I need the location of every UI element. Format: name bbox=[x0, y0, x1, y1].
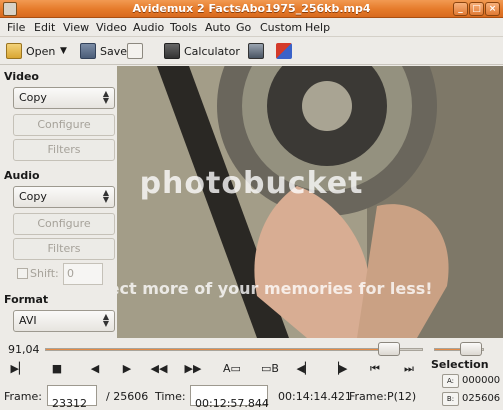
menu-auto[interactable]: Auto bbox=[205, 21, 231, 34]
status-row: Frame: 23312 / 25606 Time: 00:12:57.844 … bbox=[0, 382, 430, 410]
frame-type: Frame:P(12) bbox=[349, 390, 417, 403]
audio-codec-select[interactable]: Copy ▲ ▼ bbox=[13, 186, 115, 208]
menu-view[interactable]: View bbox=[63, 21, 89, 34]
timeline-fill bbox=[46, 349, 389, 350]
set-marker-b-icon[interactable]: ▭B bbox=[258, 361, 282, 377]
output-icon bbox=[276, 43, 292, 59]
minimize-icon[interactable]: _ bbox=[453, 2, 468, 16]
output-preview-button[interactable] bbox=[276, 41, 292, 61]
monitor-icon bbox=[248, 43, 264, 59]
menu-bar: File Edit View Video Audio Tools Auto Go… bbox=[0, 18, 503, 37]
audio-filters-button[interactable]: Filters bbox=[13, 238, 115, 260]
properties-button[interactable] bbox=[127, 41, 143, 61]
timeline-thumb[interactable] bbox=[378, 342, 401, 356]
previous-frame-icon[interactable]: ◀ bbox=[86, 361, 104, 377]
selection-title: Selection bbox=[431, 358, 489, 371]
go-to-start-icon[interactable]: ⏮ bbox=[366, 361, 384, 377]
left-panel: Video Copy ▲ ▼ Configure Filters Audio Co… bbox=[0, 66, 116, 338]
menu-custom[interactable]: Custom bbox=[260, 21, 302, 34]
shift-label: Shift: bbox=[30, 267, 59, 280]
watermark-brand: photobucket bbox=[139, 166, 364, 201]
updown-arrows-icon: ▲ ▼ bbox=[102, 312, 109, 328]
position-percent: 91,04 bbox=[8, 343, 40, 356]
video-section-label: Video bbox=[4, 70, 39, 83]
time-input[interactable]: 00:12:57.844 bbox=[190, 385, 269, 410]
updown-arrows-icon: ▲ ▼ bbox=[102, 188, 109, 204]
total-time: 00:14:14.421 bbox=[278, 390, 352, 403]
title-bar: Avidemux 2 FactsAbo1975_256kb.mp4 _ □ × bbox=[0, 0, 503, 18]
shift-checkbox[interactable] bbox=[17, 268, 28, 279]
calculator-icon bbox=[164, 43, 180, 59]
updown-arrows-icon: ▲ ▼ bbox=[102, 89, 109, 105]
save-icon bbox=[80, 43, 96, 59]
frame-input[interactable]: 23312 bbox=[47, 385, 97, 410]
timeline-slider[interactable] bbox=[45, 348, 423, 351]
menu-edit[interactable]: Edit bbox=[34, 21, 55, 34]
menu-help[interactable]: Help bbox=[305, 21, 330, 34]
transport-controls: ▶▏ ■ ◀ ▶ ◀◀ ▶▶ A▭ ▭B ◀▏ ▕▶ ⏮ ⏭ bbox=[0, 358, 430, 380]
toolbar: Open ▼ Save Calculator bbox=[0, 37, 503, 65]
shift-value: 0 bbox=[67, 267, 74, 280]
marker-b-value: 025606 bbox=[462, 393, 501, 404]
stop-icon[interactable]: ■ bbox=[48, 361, 66, 377]
properties-icon bbox=[127, 43, 143, 59]
video-codec-select[interactable]: Copy ▲ ▼ bbox=[13, 87, 115, 109]
video-configure-button[interactable]: Configure bbox=[13, 114, 115, 136]
next-frame-icon[interactable]: ▶ bbox=[118, 361, 136, 377]
video-preview: photobucket Protect more of your memorie… bbox=[117, 66, 503, 338]
open-button[interactable]: Open bbox=[6, 41, 55, 61]
go-to-end-icon[interactable]: ⏭ bbox=[400, 361, 418, 377]
close-icon[interactable]: × bbox=[485, 2, 500, 16]
time-value: 00:12:57.844 bbox=[195, 397, 269, 410]
timeline-row: 91,04 bbox=[0, 338, 503, 358]
go-to-marker-a-button[interactable]: A: bbox=[442, 374, 459, 388]
time-label: Time: bbox=[155, 390, 186, 403]
open-label: Open bbox=[26, 44, 56, 58]
set-marker-a-icon[interactable]: A▭ bbox=[220, 361, 244, 377]
window-title: Avidemux 2 FactsAbo1975_256kb.mp4 bbox=[132, 2, 371, 15]
menu-audio[interactable]: Audio bbox=[133, 21, 164, 34]
format-select[interactable]: AVI ▲ ▼ bbox=[13, 310, 115, 332]
previous-keyframe-icon[interactable]: ◀◀ bbox=[150, 361, 168, 377]
volume-thumb[interactable] bbox=[460, 342, 482, 356]
audio-section-label: Audio bbox=[4, 169, 40, 182]
save-label: Save bbox=[100, 44, 128, 58]
go-to-marker-b-button[interactable]: B: bbox=[442, 392, 459, 406]
video-codec-value: Copy bbox=[19, 91, 47, 104]
menu-go[interactable]: Go bbox=[236, 21, 251, 34]
menu-video[interactable]: Video bbox=[96, 21, 127, 34]
preview-button[interactable] bbox=[248, 41, 264, 61]
shift-spinbox[interactable]: 0 bbox=[63, 263, 103, 285]
previous-black-frame-icon[interactable]: ◀▏ bbox=[296, 361, 314, 377]
marker-a-value: 000000 bbox=[462, 375, 501, 386]
next-black-frame-icon[interactable]: ▕▶ bbox=[330, 361, 348, 377]
watermark-tagline: Protect more of your memories for less! bbox=[117, 279, 433, 298]
open-dropdown-arrow-icon[interactable]: ▼ bbox=[60, 41, 67, 61]
calculator-button[interactable]: Calculator bbox=[164, 41, 240, 61]
frame-label: Frame: bbox=[4, 390, 42, 403]
folder-icon bbox=[6, 43, 22, 59]
next-keyframe-icon[interactable]: ▶▶ bbox=[184, 361, 202, 377]
maximize-icon[interactable]: □ bbox=[469, 2, 484, 16]
menu-file[interactable]: File bbox=[7, 21, 25, 34]
format-section-label: Format bbox=[4, 293, 49, 306]
audio-codec-value: Copy bbox=[19, 190, 47, 203]
format-value: AVI bbox=[19, 314, 37, 327]
play-icon[interactable]: ▶▏ bbox=[10, 361, 28, 377]
total-frames: / 25606 bbox=[106, 390, 149, 403]
frame-value: 23312 bbox=[52, 397, 87, 410]
audio-configure-button[interactable]: Configure bbox=[13, 213, 115, 235]
calculator-label: Calculator bbox=[184, 44, 240, 58]
save-button[interactable]: Save bbox=[80, 41, 127, 61]
video-filters-button[interactable]: Filters bbox=[13, 139, 115, 161]
menu-tools[interactable]: Tools bbox=[170, 21, 197, 34]
